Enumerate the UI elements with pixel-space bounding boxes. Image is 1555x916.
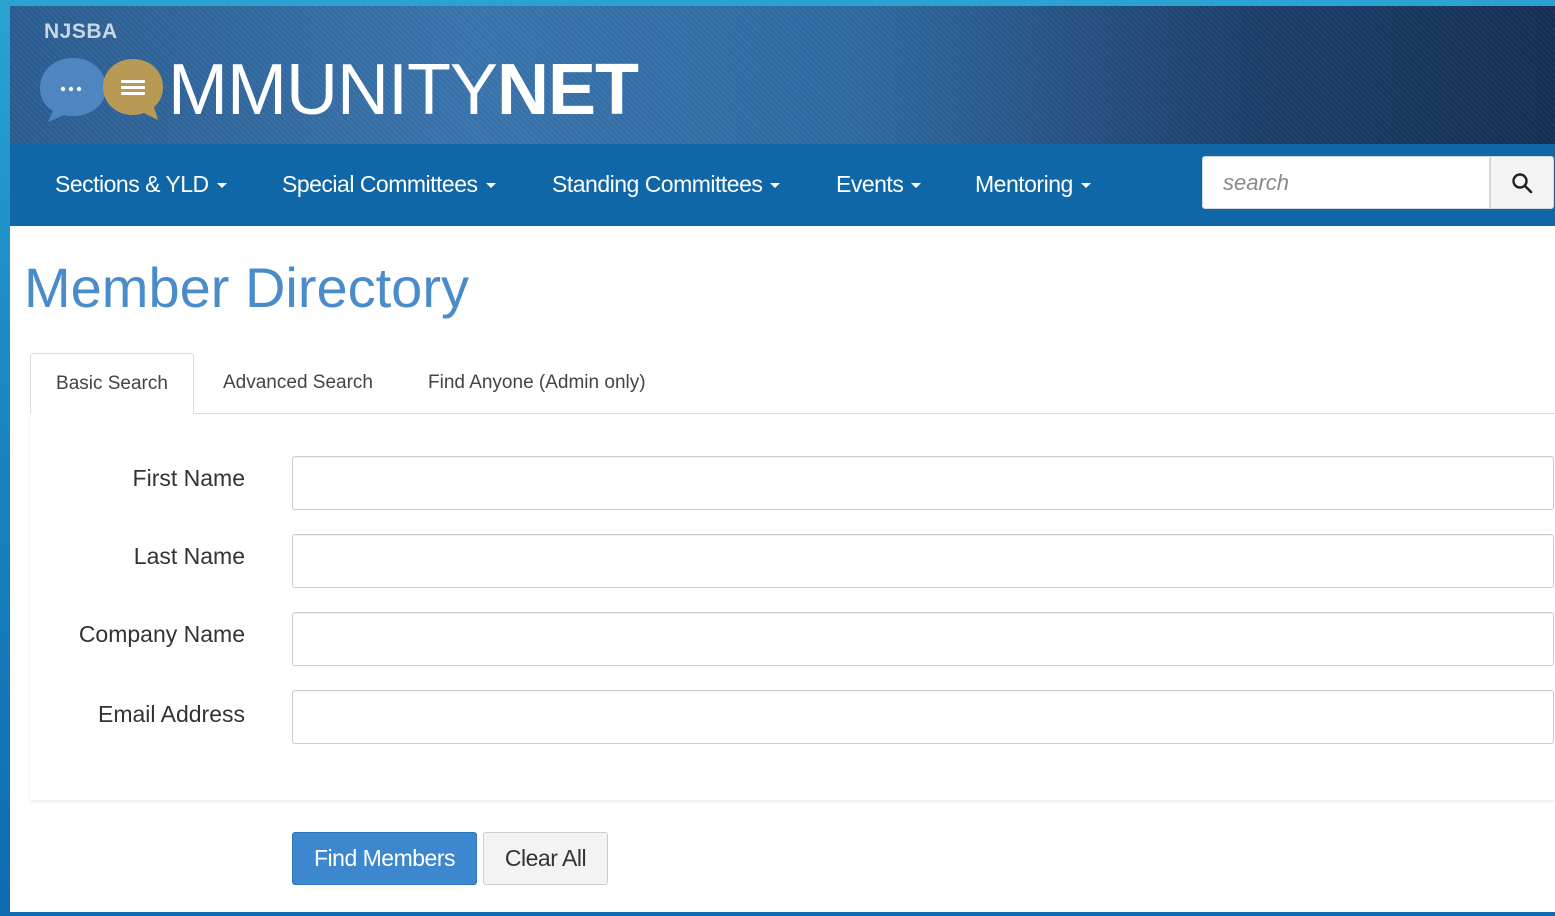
caret-down-icon [770, 183, 781, 189]
nav-label: Mentoring [975, 171, 1073, 197]
nav-standing-committees[interactable]: Standing Committees [552, 144, 781, 226]
first-name-label: First Name [132, 465, 245, 491]
nav-label: Standing Committees [552, 171, 763, 197]
last-name-label: Last Name [133, 543, 245, 569]
nav-label: Events [836, 171, 904, 197]
caret-down-icon [485, 183, 496, 189]
company-name-label: Company Name [78, 621, 245, 647]
nav-label: Special Committees [282, 171, 478, 197]
search-icon [1512, 172, 1533, 193]
search-button[interactable] [1490, 156, 1554, 209]
find-members-button[interactable]: Find Members [292, 832, 477, 885]
caret-down-icon [216, 183, 227, 189]
email-address-label: Email Address [97, 701, 245, 727]
caret-down-icon [911, 183, 922, 189]
brand-wordmark: MMUNITYNET [168, 50, 639, 130]
brand-prefix: MMUNITY [168, 50, 498, 130]
first-name-field[interactable] [292, 456, 1554, 510]
org-name: NJSBA [44, 20, 118, 43]
menu-bubble-icon [103, 59, 163, 120]
main-navbar: Sections & YLD Special Committees Standi… [10, 144, 1555, 226]
nav-events[interactable]: Events [836, 144, 922, 226]
chat-bubble-icon [40, 58, 106, 122]
nav-mentoring[interactable]: Mentoring [975, 144, 1091, 226]
clear-all-button[interactable]: Clear All [483, 832, 608, 885]
nav-label: Sections & YLD [55, 171, 209, 197]
company-name-field[interactable] [292, 612, 1554, 666]
header-banner: NJSBA MMUNITYNET [10, 6, 1555, 144]
app-frame: NJSBA MMUNITYNET Sections & YLD Special … [10, 6, 1555, 912]
brand-suffix: NET [496, 50, 639, 130]
email-address-field[interactable] [292, 690, 1554, 744]
caret-down-icon [1080, 183, 1091, 189]
nav-special-committees[interactable]: Special Committees [282, 144, 496, 226]
site-search-input[interactable] [1202, 156, 1490, 209]
tab-basic-search[interactable]: Basic Search [30, 353, 194, 414]
last-name-field[interactable] [292, 534, 1554, 588]
tab-advanced-search[interactable]: Advanced Search [223, 353, 373, 413]
tab-find-anyone[interactable]: Find Anyone (Admin only) [428, 353, 646, 413]
page-title: Member Directory [24, 256, 469, 319]
nav-sections-yld[interactable]: Sections & YLD [55, 144, 227, 226]
